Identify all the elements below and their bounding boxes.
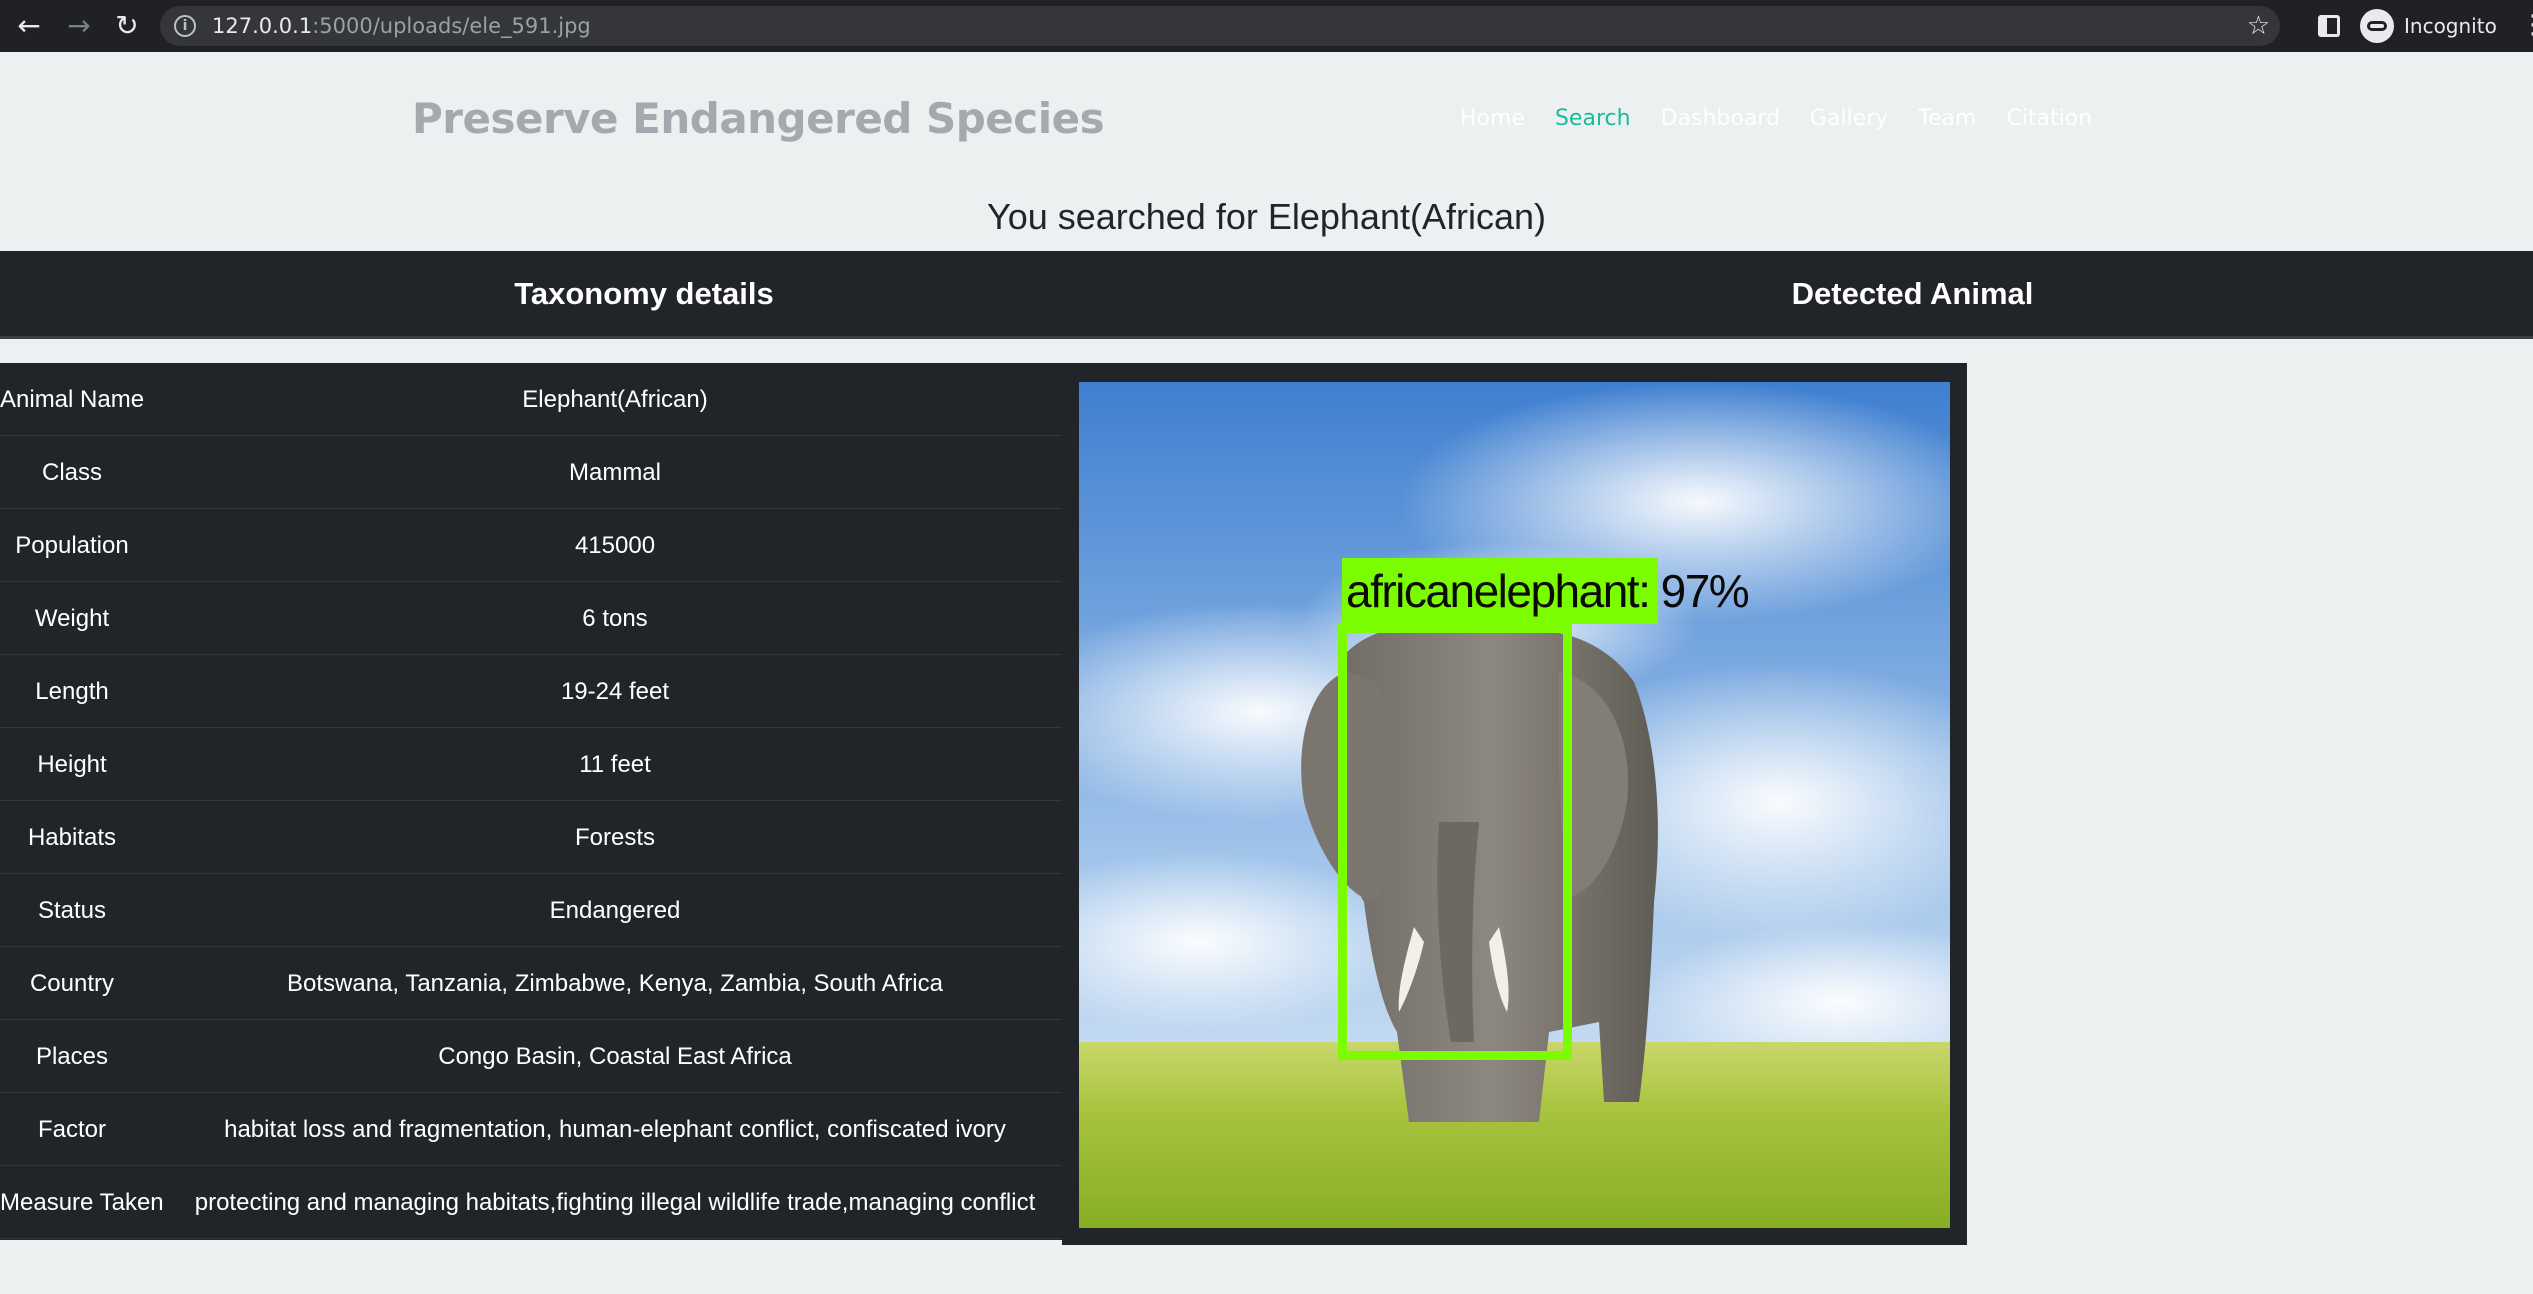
incognito-icon bbox=[2360, 9, 2394, 43]
row-key: Places bbox=[35, 1043, 109, 1070]
nav-team[interactable]: Team bbox=[1918, 106, 1976, 131]
address-bar[interactable]: i 127.0.0.1:5000/uploads/ele_591.jpg ☆ bbox=[160, 6, 2280, 46]
detected-animal-title: Detected Animal bbox=[1791, 276, 2034, 311]
row-value: 11 feet bbox=[579, 751, 651, 778]
row-value: Endangered bbox=[549, 897, 681, 924]
nav-gallery[interactable]: Gallery bbox=[1810, 106, 1888, 131]
row-key: Factor bbox=[37, 1116, 106, 1143]
url-text[interactable]: 127.0.0.1:5000/uploads/ele_591.jpg bbox=[212, 6, 591, 46]
url-path: :5000/uploads/ele_591.jpg bbox=[312, 14, 591, 38]
table-row: Measure Taken protecting and managing hab… bbox=[0, 1166, 1062, 1239]
nav-dashboard[interactable]: Dashboard bbox=[1661, 106, 1780, 131]
row-value: habitat loss and fragmentation, human-el… bbox=[224, 1116, 1006, 1143]
site-brand[interactable]: Preserve Endangered Species bbox=[412, 94, 1105, 143]
row-value: 19-24 feet bbox=[560, 678, 670, 705]
row-key: Country bbox=[29, 970, 115, 997]
table-row: Class Mammal bbox=[0, 436, 1062, 509]
row-key: Measure Taken bbox=[0, 1189, 164, 1216]
row-key: Population bbox=[15, 532, 129, 559]
incognito-label: Incognito bbox=[2404, 14, 2497, 38]
taxonomy-table: Animal Name Elephant(African) Class Mammal… bbox=[0, 363, 1062, 1240]
browser-toolbar: ← → ↻ i 127.0.0.1:5000/uploads/ele_591.j… bbox=[0, 0, 2533, 52]
reload-icon[interactable]: ↻ bbox=[110, 9, 144, 43]
table-row: Weight 6 tons bbox=[0, 582, 1062, 655]
main-nav: Home Search Dashboard Gallery Team Citat… bbox=[1460, 106, 2092, 131]
table-row: Population 415000 bbox=[0, 509, 1062, 582]
table-row: Country Botswana, Tanzania, Zimbabwe, Ken… bbox=[0, 947, 1062, 1020]
site-info-icon[interactable]: i bbox=[174, 15, 196, 37]
row-value: Elephant(African) bbox=[522, 386, 708, 413]
search-result-heading: You searched for Elephant(African) bbox=[986, 196, 1546, 237]
row-value: 415000 bbox=[574, 532, 656, 559]
row-key: Status bbox=[37, 897, 107, 924]
section-header-band: Taxonomy details Detected Animal bbox=[0, 251, 2533, 339]
row-value: Congo Basin, Coastal East Africa bbox=[438, 1043, 792, 1070]
bookmark-star-icon[interactable]: ☆ bbox=[2247, 10, 2270, 42]
url-host: 127.0.0.1 bbox=[212, 14, 313, 38]
side-panel-icon[interactable] bbox=[2318, 15, 2340, 37]
row-value: Mammal bbox=[568, 459, 661, 486]
row-value: Forests bbox=[574, 824, 655, 851]
table-row: Animal Name Elephant(African) bbox=[0, 363, 1062, 436]
table-row: Factor habitat loss and fragmentation, hu… bbox=[0, 1093, 1062, 1166]
back-arrow-icon[interactable]: ← bbox=[12, 9, 46, 43]
menu-kebab-icon[interactable]: ⋮ bbox=[2520, 10, 2533, 40]
row-key: Height bbox=[37, 751, 107, 778]
row-key: Length bbox=[35, 678, 109, 705]
row-key: Animal Name bbox=[0, 386, 145, 413]
nav-home[interactable]: Home bbox=[1460, 106, 1525, 131]
row-key: Weight bbox=[34, 605, 110, 632]
table-row: Habitats Forests bbox=[0, 801, 1062, 874]
row-key: Class bbox=[41, 459, 102, 486]
row-value: 6 tons bbox=[582, 605, 648, 632]
taxonomy-title: Taxonomy details bbox=[514, 276, 774, 311]
detection-bounding-box bbox=[1338, 624, 1572, 1060]
table-row: Status Endangered bbox=[0, 874, 1062, 947]
row-key: Habitats bbox=[27, 824, 117, 851]
nav-search[interactable]: Search bbox=[1555, 106, 1631, 131]
nav-citation[interactable]: Citation bbox=[2006, 106, 2092, 131]
row-value: protecting and managing habitats,fightin… bbox=[194, 1189, 1036, 1216]
table-row: Height 11 feet bbox=[0, 728, 1062, 801]
row-value: Botswana, Tanzania, Zimbabwe, Kenya, Zam… bbox=[287, 970, 943, 997]
detection-label: africanelephant: 97% bbox=[1342, 558, 1750, 624]
table-row: Length 19-24 feet bbox=[0, 655, 1062, 728]
table-row: Places Congo Basin, Coastal East Africa bbox=[0, 1020, 1062, 1093]
incognito-indicator[interactable]: Incognito bbox=[2360, 8, 2497, 44]
forward-arrow-icon[interactable]: → bbox=[62, 9, 96, 43]
